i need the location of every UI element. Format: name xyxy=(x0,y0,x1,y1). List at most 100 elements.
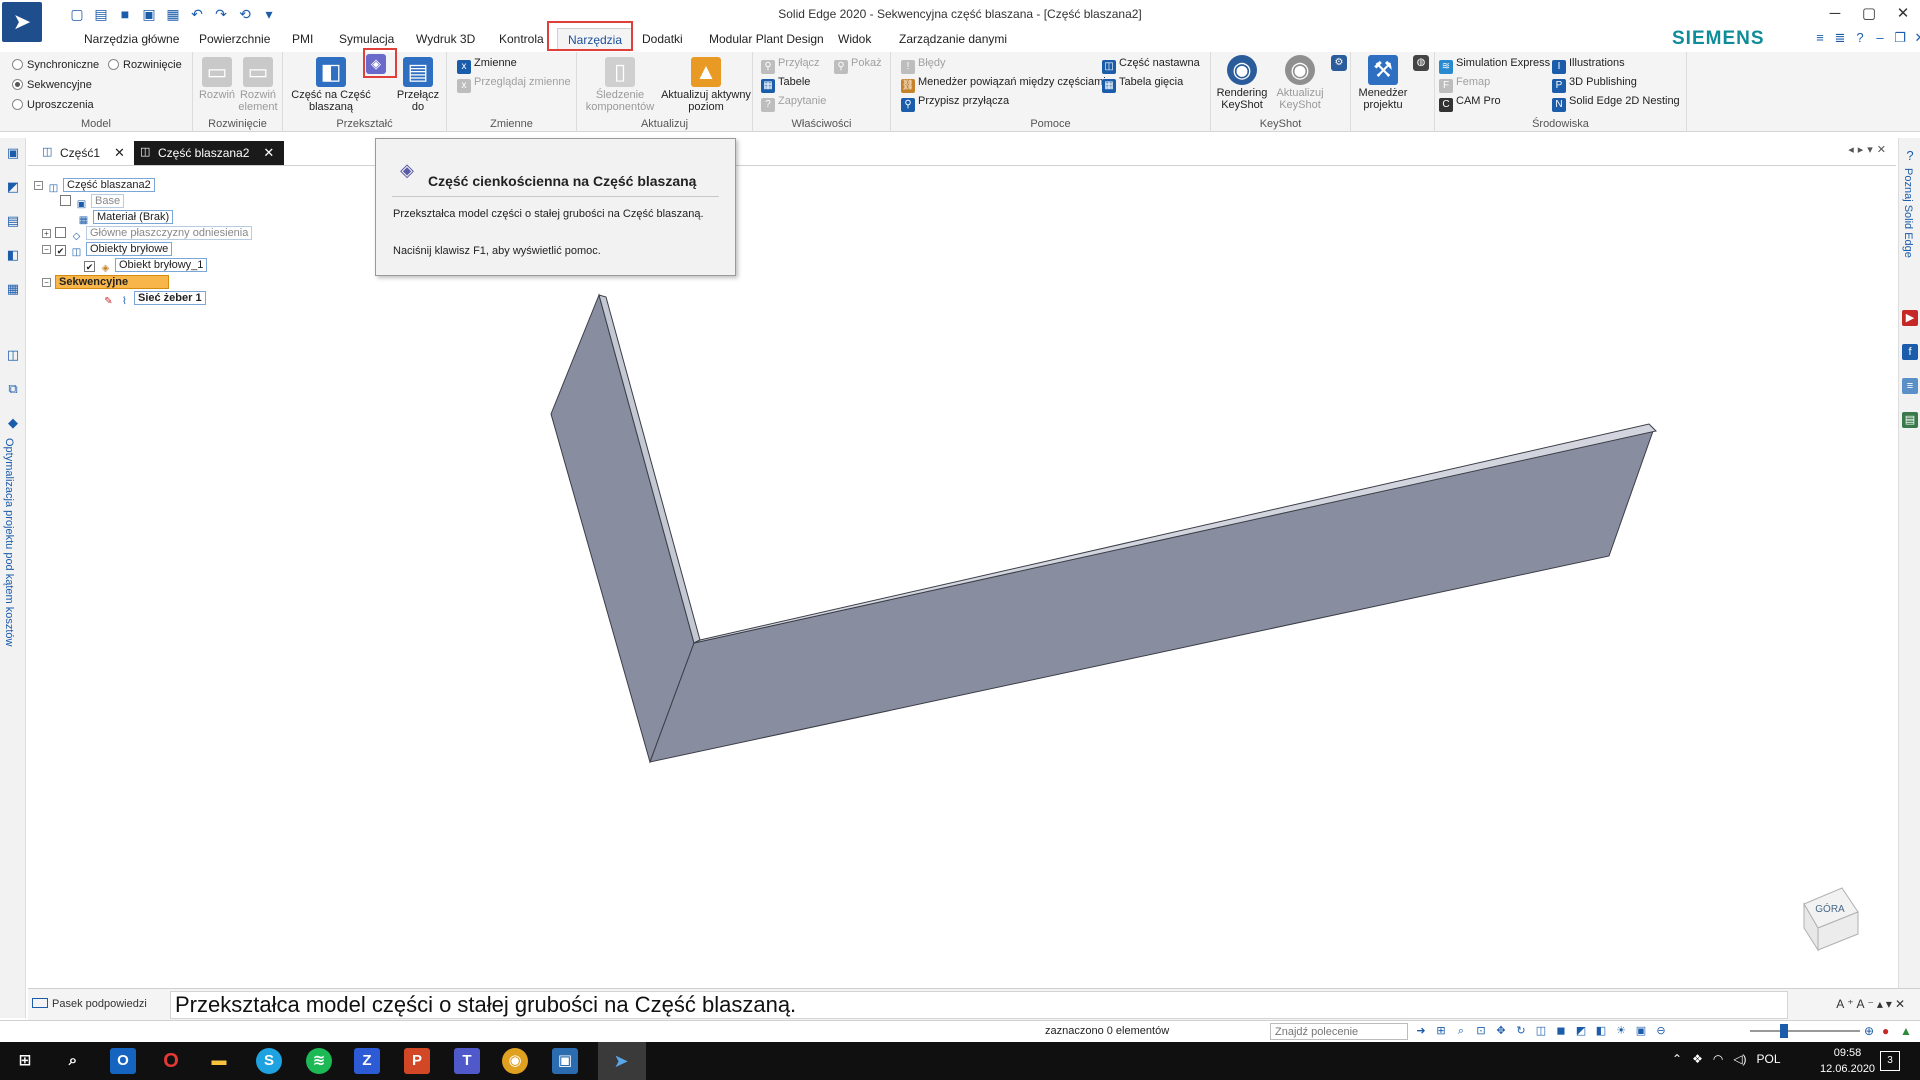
model-base-plate[interactable] xyxy=(649,430,1654,763)
save-icon[interactable]: ■ xyxy=(116,5,134,23)
chrome-icon[interactable]: ◉ xyxy=(502,1048,528,1074)
community-icon[interactable]: ≡ xyxy=(1902,378,1918,394)
tree-material[interactable]: ▦ Materiał (Brak) xyxy=(77,210,174,226)
feature-library-icon[interactable]: ◩ xyxy=(4,178,22,196)
color-manager-icon[interactable]: ◧ xyxy=(4,246,22,264)
tray-expand-icon[interactable]: ⌃ xyxy=(1672,1052,1682,1066)
tree-sequential[interactable]: − Sekwencyjne xyxy=(42,275,170,290)
bend-table-button[interactable]: ▦ Tabela gięcia xyxy=(1102,74,1183,93)
zoom-slider-thumb[interactable] xyxy=(1780,1024,1788,1038)
tree-root[interactable]: − ◫ Część blaszana2 xyxy=(34,178,155,194)
zoom-in-icon[interactable]: ⊕ xyxy=(1864,1024,1874,1038)
tree-solid-body-1[interactable]: ✔ ◈ Obiekt bryłowy_1 xyxy=(84,258,208,274)
file-explorer-icon[interactable]: ▬ xyxy=(206,1048,232,1074)
doc-restore-icon[interactable]: ❐ xyxy=(1892,30,1908,46)
volume-icon[interactable]: ◁) xyxy=(1733,1052,1746,1066)
tree-base[interactable]: ▣ Base xyxy=(60,194,125,210)
cost-optimization-panel-tab[interactable]: Optymalizacja projektu pod kątem kosztów xyxy=(3,438,15,646)
attach-button[interactable]: ⚲ Przyłącz xyxy=(761,55,820,74)
solid-edge-taskbar-icon[interactable]: ➤ xyxy=(608,1048,634,1074)
doc-tab-sheet-metal2[interactable]: ◫ Część blaszana2 ✕ xyxy=(134,141,285,165)
language-indicator[interactable]: POL xyxy=(1757,1052,1781,1066)
prompt-bar-toggle[interactable]: Pasek podpowiedzi xyxy=(32,998,147,1010)
tab-home[interactable]: Narzędzia główne xyxy=(74,28,189,50)
2d-nesting-button[interactable]: N Solid Edge 2D Nesting xyxy=(1552,93,1680,112)
close-window-button[interactable]: ✕ xyxy=(1886,0,1920,28)
simulation-express-button[interactable]: ≋ Simulation Express xyxy=(1439,55,1550,74)
tab-view[interactable]: Widok xyxy=(828,28,881,50)
collapse-icon[interactable]: − xyxy=(42,245,51,254)
rendering-keyshot-button[interactable]: ◉ Rendering KeyShot xyxy=(1213,55,1271,111)
new-file-icon[interactable]: ▢ xyxy=(68,5,86,23)
fit-icon[interactable]: ⊡ xyxy=(1474,1024,1488,1038)
sequential-radio[interactable]: Sekwencyjne xyxy=(12,77,92,93)
unfold-button[interactable]: ▭ Rozwiń xyxy=(197,57,237,101)
simplify-radio[interactable]: Uproszczenia xyxy=(12,97,94,113)
unfold-element-button[interactable]: ▭ Rozwiń element xyxy=(237,57,279,113)
collapse-icon[interactable]: − xyxy=(42,278,51,287)
checkbox-icon[interactable] xyxy=(60,195,71,206)
doc-minimize-icon[interactable]: – xyxy=(1872,30,1888,46)
learn-solid-edge-panel-tab[interactable]: Poznaj Solid Edge xyxy=(1902,168,1914,258)
family-part-button[interactable]: ◫ Część nastawna xyxy=(1102,55,1200,74)
checked-checkbox-icon[interactable]: ✔ xyxy=(84,261,95,272)
teams-icon[interactable]: T xyxy=(454,1048,480,1074)
layers-icon[interactable]: ▤ xyxy=(4,212,22,230)
customize-qat-icon[interactable]: ▾ xyxy=(260,5,278,23)
doc-tab-navigation[interactable]: ◂▸▾✕ xyxy=(1848,143,1890,156)
skype-icon[interactable]: S xyxy=(256,1048,282,1074)
prompt-bar-controls[interactable]: A⁺A⁻▴▾✕ xyxy=(1836,997,1908,1011)
3d-publishing-button[interactable]: P 3D Publishing xyxy=(1552,74,1637,93)
errors-button[interactable]: ! Błędy xyxy=(901,55,946,74)
variables-button[interactable]: x Zmienne xyxy=(457,55,517,74)
cam-pro-button[interactable]: C CAM Pro xyxy=(1439,93,1501,112)
close-tab-icon[interactable]: ✕ xyxy=(263,145,274,160)
close-tab-icon[interactable]: ✕ xyxy=(114,145,125,160)
illustrations-button[interactable]: I Illustrations xyxy=(1552,55,1625,74)
open-file-icon[interactable]: ▤ xyxy=(92,5,110,23)
pathfinder-icon[interactable]: ▣ xyxy=(4,144,22,162)
update-keyshot-button[interactable]: ◉ Aktualizuj KeyShot xyxy=(1271,55,1329,111)
show-button[interactable]: ⚲ Pokaż xyxy=(834,55,882,74)
tab-modular-plant-design[interactable]: Modular Plant Design xyxy=(699,28,834,50)
youtube-icon[interactable]: ▶ xyxy=(1902,310,1918,326)
tree-solid-bodies[interactable]: − ✔ ◫ Obiekty bryłowe xyxy=(42,242,173,258)
tab-inspect[interactable]: Kontrola xyxy=(489,28,554,50)
tree-reference-planes[interactable]: + ◇ Główne płaszczyzny odniesienia xyxy=(42,226,253,242)
facebook-icon[interactable]: f xyxy=(1902,344,1918,360)
zoom-out-icon[interactable]: ⊖ xyxy=(1654,1024,1668,1038)
project-extra-button[interactable]: ◍ xyxy=(1411,55,1431,73)
synchronous-radio[interactable]: Synchroniczne xyxy=(12,57,99,73)
powerpoint-icon[interactable]: P xyxy=(404,1048,430,1074)
tab-surfaces[interactable]: Powierzchnie xyxy=(189,28,280,50)
zoom-app-icon[interactable]: Z xyxy=(354,1048,380,1074)
undo-icon[interactable]: ↶ xyxy=(188,5,206,23)
update-active-level-button[interactable]: ▲ Aktualizuj aktywny poziom xyxy=(661,57,751,113)
tab-pmi[interactable]: PMI xyxy=(282,28,323,50)
layout-icon[interactable]: ≡ xyxy=(1812,30,1828,46)
unfold-radio[interactable]: Rozwinięcie xyxy=(108,57,182,73)
zoom-area-icon[interactable]: ⊞ xyxy=(1434,1024,1448,1038)
cost-tag-icon[interactable]: ◆ xyxy=(4,414,22,432)
doc-close-icon[interactable]: ✕ xyxy=(1912,30,1920,46)
checked-checkbox-icon[interactable]: ✔ xyxy=(55,245,66,256)
spotify-icon[interactable]: ≋ xyxy=(306,1048,332,1074)
keyshot-settings-button[interactable]: ⚙ xyxy=(1329,55,1349,73)
solid-edge-app-icon[interactable]: ➤ xyxy=(2,2,42,42)
redo-icon[interactable]: ↷ xyxy=(212,5,230,23)
checkbox-icon[interactable] xyxy=(55,227,66,238)
minimize-button[interactable]: ─ xyxy=(1818,0,1852,28)
expand-icon[interactable]: + xyxy=(42,229,51,238)
opera-icon[interactable]: O xyxy=(158,1048,184,1074)
print-icon[interactable]: ▦ xyxy=(164,5,182,23)
browse-variables-button[interactable]: x Przeglądaj zmienne xyxy=(457,74,571,93)
tab-add-ins[interactable]: Dodatki xyxy=(632,28,693,50)
view-orientation-icon[interactable]: ◫ xyxy=(1534,1024,1548,1038)
solid-edge-launcher-icon[interactable]: ▣ xyxy=(552,1048,578,1074)
sensors-icon[interactable]: ◫ xyxy=(4,346,22,364)
tab-3d-print[interactable]: Wydruk 3D xyxy=(406,28,485,50)
section-view-icon[interactable]: ◩ xyxy=(1574,1024,1588,1038)
parts-library-icon[interactable]: ▦ xyxy=(4,280,22,298)
project-manager-button[interactable]: ⚒ Menedżer projektu xyxy=(1355,55,1411,111)
lighting-icon[interactable]: ☀ xyxy=(1614,1024,1628,1038)
